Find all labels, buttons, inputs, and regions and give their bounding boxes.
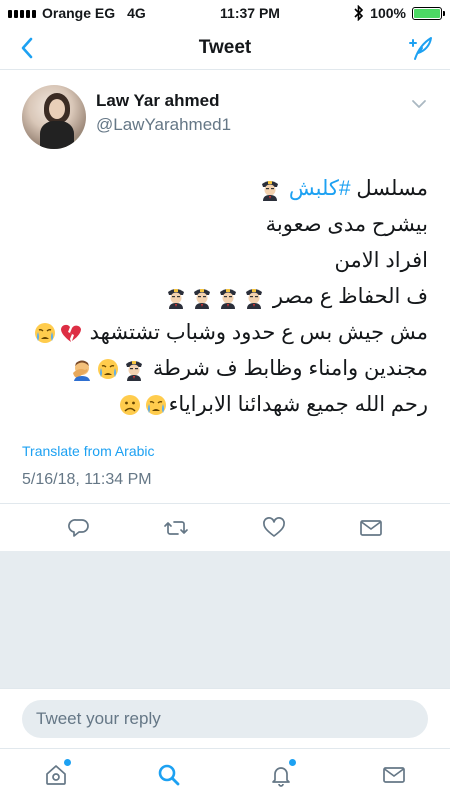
author-display-name[interactable]: Law Yar ahmed [96,91,231,111]
tweet-line-text: مسلسل [350,177,428,200]
notifications-icon [272,766,291,787]
hashtag-link[interactable]: #كلبش [289,177,351,200]
tab-home[interactable] [34,753,78,797]
chevron-left-icon [21,37,33,59]
back-button[interactable] [12,32,42,64]
chevron-down-icon[interactable] [410,95,428,113]
unread-dot [289,758,297,766]
tweet-line: ف الحفاظ ع مصر [18,279,428,315]
broken-heart-emoji-icon [60,321,82,345]
facepalm-emoji-icon [71,357,93,382]
compose-button[interactable] [404,32,436,64]
empty-replies-area [0,551,450,688]
battery-level [413,8,440,18]
compose-feather-icon [409,37,432,60]
unread-dot [64,758,72,766]
tab-messages[interactable] [372,753,416,797]
frowning-face-emoji-icon [119,393,141,417]
page-title: Tweet [198,36,252,58]
reply-input[interactable] [22,700,428,738]
battery-percent: 100% [370,5,406,21]
network-type: 4G [127,5,146,21]
tweet-line: بيشرح مدى صعوبة [265,213,428,236]
police-officer-emoji-icon [191,285,213,310]
clock: 11:37 PM [220,5,280,21]
envelope-icon [360,519,383,536]
carrier-name: Orange EG [42,5,116,21]
tab-bar [0,748,450,800]
tweet-line-text: رحم الله جميع شهدائنا الابراياء [168,393,428,416]
share-dm-button[interactable] [349,508,393,548]
tweet-line-text: مجندين وامناء وظابط ف شرطة [152,357,428,380]
heart-icon [262,516,285,537]
search-icon [158,764,180,785]
status-bar: Orange EG 4G 11:37 PM 100% [0,0,450,26]
tweet-text: مسلسل #كلبش بيشرح مدى صعوبة افراد الامن … [18,171,428,423]
translate-link[interactable]: Translate from Arabic [22,443,155,459]
avatar[interactable] [22,85,86,149]
tweet-line-text: مش جيش بس ع حدود وشباب تشتشهد [89,321,428,344]
crying-face-emoji-icon [34,321,56,345]
tweet-timestamp: 5/16/18, 11:34 PM [22,471,152,488]
reply-composer [0,688,450,748]
battery-icon [411,6,445,20]
bluetooth-icon [354,5,364,21]
tweet-line: رحم الله جميع شهدائنا الابراياء [18,387,428,423]
police-officer-emoji-icon [243,285,265,310]
signal-icon [8,8,36,18]
retweet-icon [164,520,189,535]
retweet-button[interactable] [154,508,198,548]
tweet-author[interactable]: Law Yar ahmed @LawYarahmed1 [22,85,231,149]
tweet-line: مش جيش بس ع حدود وشباب تشتشهد [18,315,428,351]
home-icon [46,764,67,785]
tweet-line: مسلسل #كلبش [18,171,428,207]
tweet-line-text: ف الحفاظ ع مصر [272,285,428,308]
police-officer-emoji-icon [217,285,239,310]
author-handle[interactable]: @LawYarahmed1 [96,115,231,135]
messages-icon [382,766,405,783]
tab-notifications[interactable] [259,753,303,797]
crying-face-emoji-icon [97,357,119,381]
crying-face-emoji-icon [145,393,167,417]
nav-bar: Tweet [0,26,450,70]
reply-icon [67,518,89,537]
author-names: Law Yar ahmed @LawYarahmed1 [96,91,231,135]
tweet-line: مجندين وامناء وظابط ف شرطة [18,351,428,387]
tab-search[interactable] [147,753,191,797]
police-officer-emoji-icon [123,357,145,382]
tweet-detail: Law Yar ahmed @LawYarahmed1 مسلسل #كلبش … [0,71,450,551]
police-officer-emoji-icon [259,177,281,202]
tweet-actions [0,503,450,551]
police-officer-emoji-icon [165,285,187,310]
status-right: 100% [354,5,445,21]
reply-button[interactable] [57,508,101,548]
status-left: Orange EG 4G [8,5,146,21]
like-button[interactable] [252,508,296,548]
tweet-line: افراد الامن [334,249,428,272]
